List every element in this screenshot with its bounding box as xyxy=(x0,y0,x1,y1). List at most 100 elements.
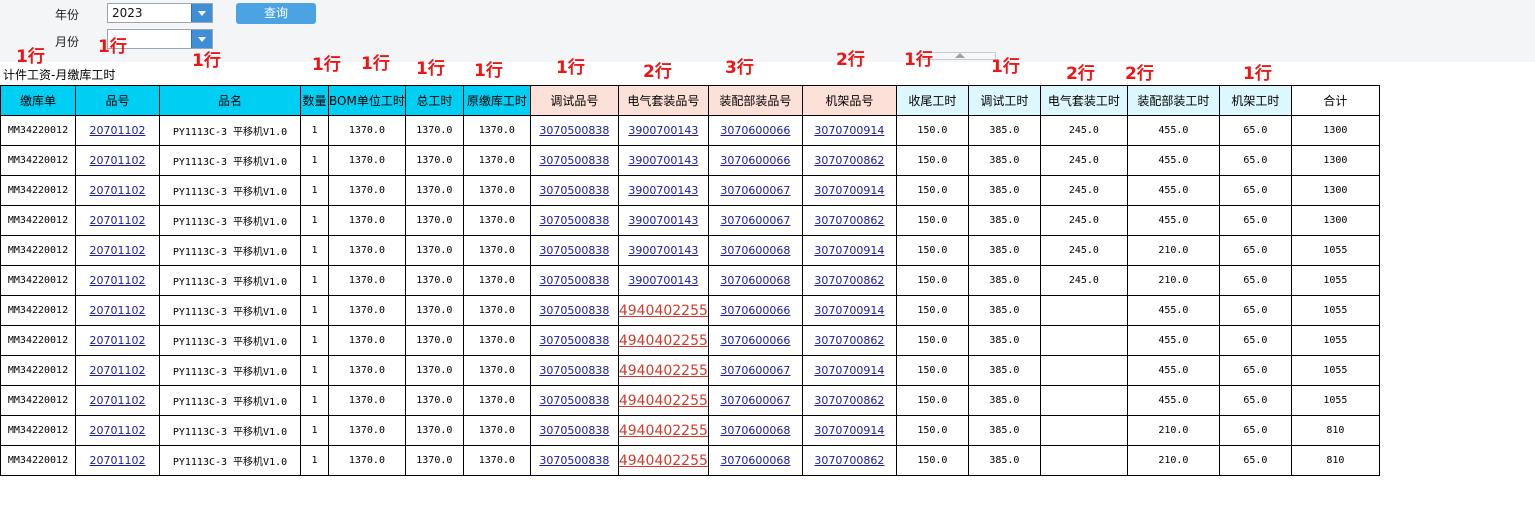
debug-item-link[interactable]: 3070500838 xyxy=(539,214,609,227)
chevron-down-icon[interactable] xyxy=(191,4,212,22)
elec-item-link[interactable]: 4940402255 xyxy=(619,393,707,409)
sum-cell: 810 xyxy=(1290,415,1380,446)
assembly-item-link[interactable]: 3070600068 xyxy=(720,454,790,467)
orig-hours-cell: 1370.0 xyxy=(462,445,531,476)
item-link[interactable]: 20701102 xyxy=(90,394,146,407)
frame-item-link[interactable]: 3070700862 xyxy=(814,274,884,287)
column-header[interactable]: 总工时 xyxy=(404,85,464,116)
assembly-item-link[interactable]: 3070600067 xyxy=(720,394,790,407)
column-header[interactable]: 品名 xyxy=(159,85,301,116)
elec-hours-cell xyxy=(1039,415,1128,446)
column-header[interactable]: 原缴库工时 xyxy=(462,85,531,116)
frame-item-link[interactable]: 3070700862 xyxy=(814,214,884,227)
assembly-item-link[interactable]: 3070600068 xyxy=(720,244,790,257)
assembly-item-cell: 3070600067 xyxy=(707,175,803,206)
item-link[interactable]: 20701102 xyxy=(90,154,146,167)
finish-hours-cell: 150.0 xyxy=(895,295,969,326)
item-link[interactable]: 20701102 xyxy=(90,124,146,137)
elec-item-link[interactable]: 3900700143 xyxy=(628,184,698,197)
elec-item-link[interactable]: 3900700143 xyxy=(628,214,698,227)
debug-item-link[interactable]: 3070500838 xyxy=(539,364,609,377)
assembly-item-link[interactable]: 3070600067 xyxy=(720,214,790,227)
column-header[interactable]: 缴库单 xyxy=(0,85,76,116)
finish-hours-cell: 150.0 xyxy=(895,445,969,476)
debug-item-link[interactable]: 3070500838 xyxy=(539,424,609,437)
column-header[interactable]: 调试工时 xyxy=(967,85,1041,116)
table-row: MM34220012 20701102 PY1113C-3 平移机V1.0 1 1370… xyxy=(0,205,1380,236)
assembly-item-link[interactable]: 3070600068 xyxy=(720,274,790,287)
item-link[interactable]: 20701102 xyxy=(90,454,146,467)
frame-item-link[interactable]: 3070700914 xyxy=(814,184,884,197)
column-header[interactable]: 机架工时 xyxy=(1218,85,1292,116)
item-link[interactable]: 20701102 xyxy=(90,184,146,197)
assembly-hours-cell: 455.0 xyxy=(1126,175,1220,206)
assembly-item-link[interactable]: 3070600067 xyxy=(720,364,790,377)
row-count-annotation: 1行 xyxy=(192,51,221,71)
item-link[interactable]: 20701102 xyxy=(90,334,146,347)
column-header[interactable]: 机架品号 xyxy=(801,85,897,116)
elec-item-link[interactable]: 4940402255 xyxy=(619,363,707,379)
elec-item-link[interactable]: 3900700143 xyxy=(628,124,698,137)
column-header[interactable]: 调试品号 xyxy=(529,85,619,116)
elec-item-link[interactable]: 4940402255 xyxy=(619,453,707,469)
debug-item-link[interactable]: 3070500838 xyxy=(539,334,609,347)
frame-item-link[interactable]: 3070700914 xyxy=(814,304,884,317)
column-header[interactable]: 数量 xyxy=(300,85,329,116)
assembly-item-link[interactable]: 3070600068 xyxy=(720,424,790,437)
finish-hours-cell: 150.0 xyxy=(895,205,969,236)
debug-item-link[interactable]: 3070500838 xyxy=(539,244,609,257)
elec-item-link[interactable]: 3900700143 xyxy=(628,154,698,167)
assembly-item-link[interactable]: 3070600066 xyxy=(720,304,790,317)
frame-item-link[interactable]: 3070700862 xyxy=(814,394,884,407)
frame-item-link[interactable]: 3070700914 xyxy=(814,364,884,377)
debug-item-link[interactable]: 3070500838 xyxy=(539,454,609,467)
item-link[interactable]: 20701102 xyxy=(90,214,146,227)
item-link[interactable]: 20701102 xyxy=(90,274,146,287)
column-header[interactable]: 品号 xyxy=(75,85,160,116)
frame-item-link[interactable]: 3070700862 xyxy=(814,154,884,167)
debug-item-link[interactable]: 3070500838 xyxy=(539,394,609,407)
item-link[interactable]: 20701102 xyxy=(90,304,146,317)
frame-item-link[interactable]: 3070700862 xyxy=(814,334,884,347)
query-button[interactable]: 查询 xyxy=(236,3,316,24)
frame-item-link[interactable]: 3070700862 xyxy=(814,454,884,467)
column-header[interactable]: BOM单位工时 xyxy=(328,85,406,116)
column-header[interactable]: 装配部装品号 xyxy=(707,85,803,116)
frame-item-link[interactable]: 3070700914 xyxy=(814,124,884,137)
item-link[interactable]: 20701102 xyxy=(90,244,146,257)
item-link[interactable]: 20701102 xyxy=(90,364,146,377)
frame-item-link[interactable]: 3070700914 xyxy=(814,244,884,257)
elec-item-link[interactable]: 4940402255 xyxy=(619,303,707,319)
elec-item-link[interactable]: 3900700143 xyxy=(628,274,698,287)
column-header[interactable]: 电气套装工时 xyxy=(1039,85,1128,116)
debug-item-cell: 3070500838 xyxy=(529,145,619,176)
elec-item-link[interactable]: 4940402255 xyxy=(619,423,707,439)
column-header[interactable]: 合计 xyxy=(1290,85,1380,116)
debug-item-link[interactable]: 3070500838 xyxy=(539,274,609,287)
table-row: MM34220012 20701102 PY1113C-3 平移机V1.0 1 1370… xyxy=(0,295,1380,326)
order-cell: MM34220012 xyxy=(0,385,76,416)
debug-item-link[interactable]: 3070500838 xyxy=(539,124,609,137)
frame-hours-cell: 65.0 xyxy=(1218,115,1292,146)
frame-item-link[interactable]: 3070700914 xyxy=(814,424,884,437)
debug-item-link[interactable]: 3070500838 xyxy=(539,154,609,167)
elec-item-link[interactable]: 3900700143 xyxy=(628,244,698,257)
frame-hours-cell: 65.0 xyxy=(1218,385,1292,416)
row-count-annotation: 1行 xyxy=(416,59,445,79)
assembly-item-link[interactable]: 3070600066 xyxy=(720,334,790,347)
item-link[interactable]: 20701102 xyxy=(90,424,146,437)
column-header[interactable]: 装配部装工时 xyxy=(1126,85,1220,116)
elec-item-cell: 4940402255 xyxy=(617,325,709,356)
assembly-item-link[interactable]: 3070600066 xyxy=(720,124,790,137)
debug-item-link[interactable]: 3070500838 xyxy=(539,184,609,197)
assembly-item-link[interactable]: 3070600066 xyxy=(720,154,790,167)
item-cell: 20701102 xyxy=(75,205,160,236)
bom-hours-cell: 1370.0 xyxy=(328,235,406,266)
name-cell: PY1113C-3 平移机V1.0 xyxy=(159,145,301,176)
year-select[interactable]: 2023 xyxy=(107,3,213,23)
column-header[interactable]: 收尾工时 xyxy=(895,85,969,116)
assembly-item-link[interactable]: 3070600067 xyxy=(720,184,790,197)
column-header[interactable]: 电气套装品号 xyxy=(617,85,709,116)
elec-item-link[interactable]: 4940402255 xyxy=(619,333,707,349)
debug-item-link[interactable]: 3070500838 xyxy=(539,304,609,317)
